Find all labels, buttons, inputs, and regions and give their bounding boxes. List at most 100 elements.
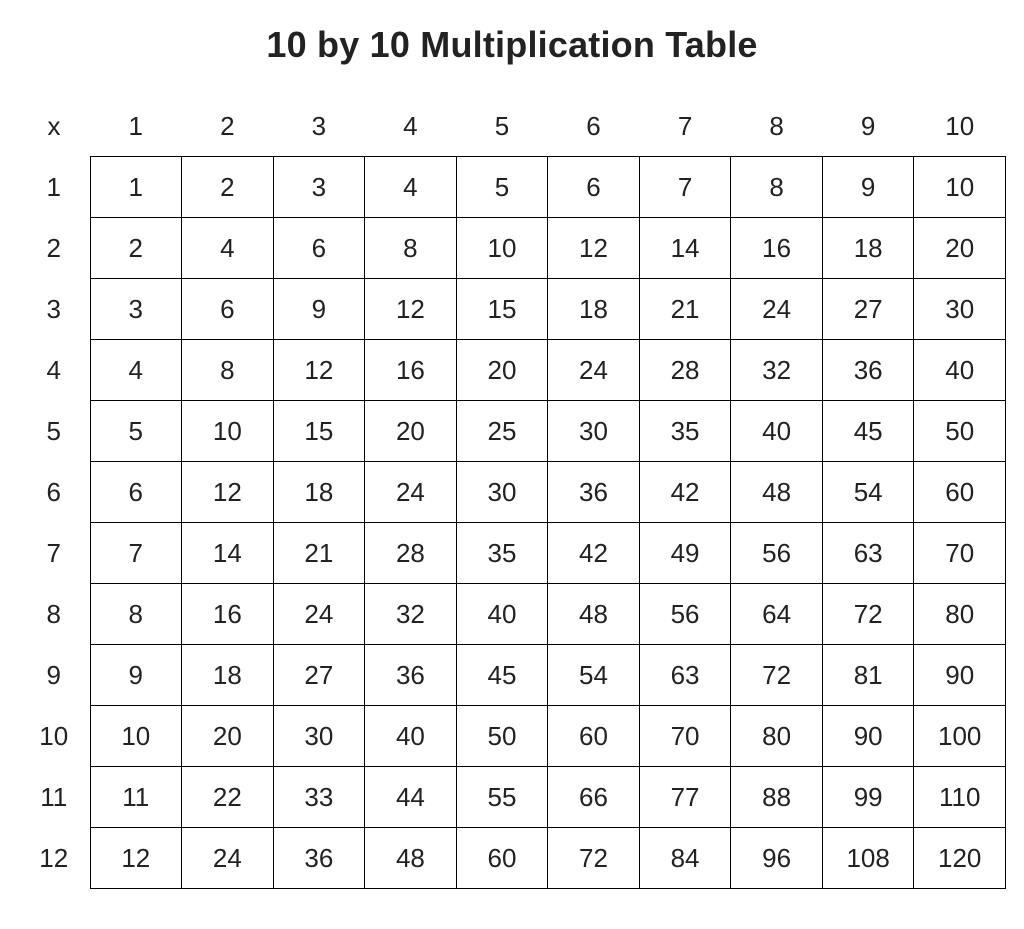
value-cell: 18 <box>273 462 365 523</box>
value-cell: 20 <box>365 401 457 462</box>
value-cell: 7 <box>639 157 731 218</box>
value-cell: 32 <box>731 340 823 401</box>
value-cell: 10 <box>90 706 182 767</box>
value-cell: 44 <box>365 767 457 828</box>
value-cell: 14 <box>639 218 731 279</box>
value-cell: 40 <box>456 584 548 645</box>
value-cell: 88 <box>731 767 823 828</box>
col-header: 7 <box>639 96 731 157</box>
value-cell: 42 <box>639 462 731 523</box>
value-cell: 1 <box>90 157 182 218</box>
value-cell: 21 <box>273 523 365 584</box>
value-cell: 77 <box>639 767 731 828</box>
value-cell: 9 <box>822 157 914 218</box>
col-header: 4 <box>365 96 457 157</box>
value-cell: 14 <box>182 523 274 584</box>
value-cell: 24 <box>182 828 274 889</box>
value-cell: 10 <box>182 401 274 462</box>
value-cell: 55 <box>456 767 548 828</box>
value-cell: 90 <box>822 706 914 767</box>
value-cell: 24 <box>273 584 365 645</box>
value-cell: 20 <box>914 218 1006 279</box>
value-cell: 100 <box>914 706 1006 767</box>
value-cell: 5 <box>90 401 182 462</box>
value-cell: 48 <box>365 828 457 889</box>
value-cell: 49 <box>639 523 731 584</box>
value-cell: 36 <box>273 828 365 889</box>
value-cell: 70 <box>914 523 1006 584</box>
value-cell: 40 <box>731 401 823 462</box>
value-cell: 18 <box>548 279 640 340</box>
value-cell: 48 <box>731 462 823 523</box>
value-cell: 15 <box>273 401 365 462</box>
value-cell: 120 <box>914 828 1006 889</box>
value-cell: 42 <box>548 523 640 584</box>
value-cell: 40 <box>914 340 1006 401</box>
table-body: 1123456789102246810121416182033691215182… <box>18 157 1006 889</box>
value-cell: 48 <box>548 584 640 645</box>
value-cell: 11 <box>90 767 182 828</box>
table-row: 55101520253035404550 <box>18 401 1006 462</box>
table-row: 22468101214161820 <box>18 218 1006 279</box>
value-cell: 36 <box>365 645 457 706</box>
value-cell: 28 <box>365 523 457 584</box>
value-cell: 45 <box>456 645 548 706</box>
value-cell: 3 <box>90 279 182 340</box>
page-title: 10 by 10 Multiplication Table <box>18 24 1006 66</box>
value-cell: 30 <box>273 706 365 767</box>
value-cell: 32 <box>365 584 457 645</box>
value-cell: 27 <box>822 279 914 340</box>
value-cell: 30 <box>548 401 640 462</box>
value-cell: 6 <box>273 218 365 279</box>
value-cell: 18 <box>182 645 274 706</box>
value-cell: 70 <box>639 706 731 767</box>
col-header: 5 <box>456 96 548 157</box>
col-header: 6 <box>548 96 640 157</box>
value-cell: 24 <box>365 462 457 523</box>
value-cell: 99 <box>822 767 914 828</box>
value-cell: 16 <box>182 584 274 645</box>
value-cell: 50 <box>914 401 1006 462</box>
table-row: 66121824303642485460 <box>18 462 1006 523</box>
value-cell: 72 <box>731 645 823 706</box>
row-header: 1 <box>18 157 90 218</box>
column-header-row: x 1 2 3 4 5 6 7 8 9 10 <box>18 96 1006 157</box>
value-cell: 56 <box>731 523 823 584</box>
value-cell: 22 <box>182 767 274 828</box>
value-cell: 64 <box>731 584 823 645</box>
value-cell: 16 <box>731 218 823 279</box>
value-cell: 20 <box>182 706 274 767</box>
table-row: 336912151821242730 <box>18 279 1006 340</box>
table-row: 112345678910 <box>18 157 1006 218</box>
value-cell: 10 <box>456 218 548 279</box>
value-cell: 40 <box>365 706 457 767</box>
table-row: 77142128354249566370 <box>18 523 1006 584</box>
col-header: 10 <box>914 96 1006 157</box>
value-cell: 8 <box>182 340 274 401</box>
multiplication-table-page: 10 by 10 Multiplication Table x 1 2 3 4 … <box>0 0 1024 929</box>
value-cell: 9 <box>273 279 365 340</box>
corner-label: x <box>18 96 90 157</box>
multiplication-table: x 1 2 3 4 5 6 7 8 9 10 11234567891022468… <box>18 96 1006 889</box>
value-cell: 21 <box>639 279 731 340</box>
row-header: 2 <box>18 218 90 279</box>
value-cell: 12 <box>365 279 457 340</box>
value-cell: 8 <box>90 584 182 645</box>
value-cell: 20 <box>456 340 548 401</box>
col-header: 3 <box>273 96 365 157</box>
col-header: 2 <box>182 96 274 157</box>
value-cell: 56 <box>639 584 731 645</box>
row-header: 12 <box>18 828 90 889</box>
value-cell: 54 <box>548 645 640 706</box>
value-cell: 72 <box>548 828 640 889</box>
value-cell: 25 <box>456 401 548 462</box>
value-cell: 24 <box>731 279 823 340</box>
row-header: 7 <box>18 523 90 584</box>
row-header: 5 <box>18 401 90 462</box>
value-cell: 10 <box>914 157 1006 218</box>
value-cell: 16 <box>365 340 457 401</box>
row-header: 4 <box>18 340 90 401</box>
value-cell: 36 <box>822 340 914 401</box>
value-cell: 84 <box>639 828 731 889</box>
row-header: 3 <box>18 279 90 340</box>
